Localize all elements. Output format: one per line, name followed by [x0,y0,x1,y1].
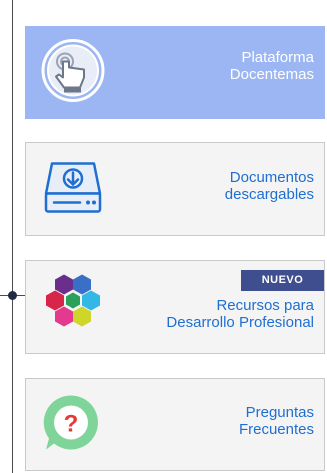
card-label-line2: Frecuentes [238,421,314,438]
timeline-line [12,0,13,473]
hexagon-cluster-icon [40,273,106,342]
card-label: Recursos para Desarrollo Profesional [166,297,314,331]
card-documentos-descargables[interactable]: Documentos descargables [25,142,325,236]
card-label-line1: Documentos [229,169,314,186]
timeline-dot [8,291,17,300]
card-label: Plataforma Docentemas [230,49,314,83]
card-recursos-desarrollo-profesional[interactable]: NUEVO Recursos para Desarrollo Profesion… [25,260,325,354]
card-label: Documentos descargables [225,169,314,203]
touch-screen-icon [40,37,106,108]
download-drive-icon [40,156,106,223]
card-label-line2: Desarrollo Profesional [166,314,314,331]
card-label-line2: descargables [224,186,314,203]
new-badge: NUEVO [241,270,324,291]
card-label-line1: Plataforma [241,49,314,66]
question-bubble-icon: ? [40,391,102,458]
card-plataforma-docentemas[interactable]: Plataforma Docentemas [25,26,325,119]
card-label-line1: Recursos para [216,297,314,314]
card-label: Preguntas Frecuentes [239,404,314,438]
svg-text:?: ? [64,410,79,437]
card-label-line1: Preguntas [245,404,314,421]
card-label-line2: Docentemas [229,66,314,83]
card-preguntas-frecuentes[interactable]: ? Preguntas Frecuentes [25,378,325,471]
